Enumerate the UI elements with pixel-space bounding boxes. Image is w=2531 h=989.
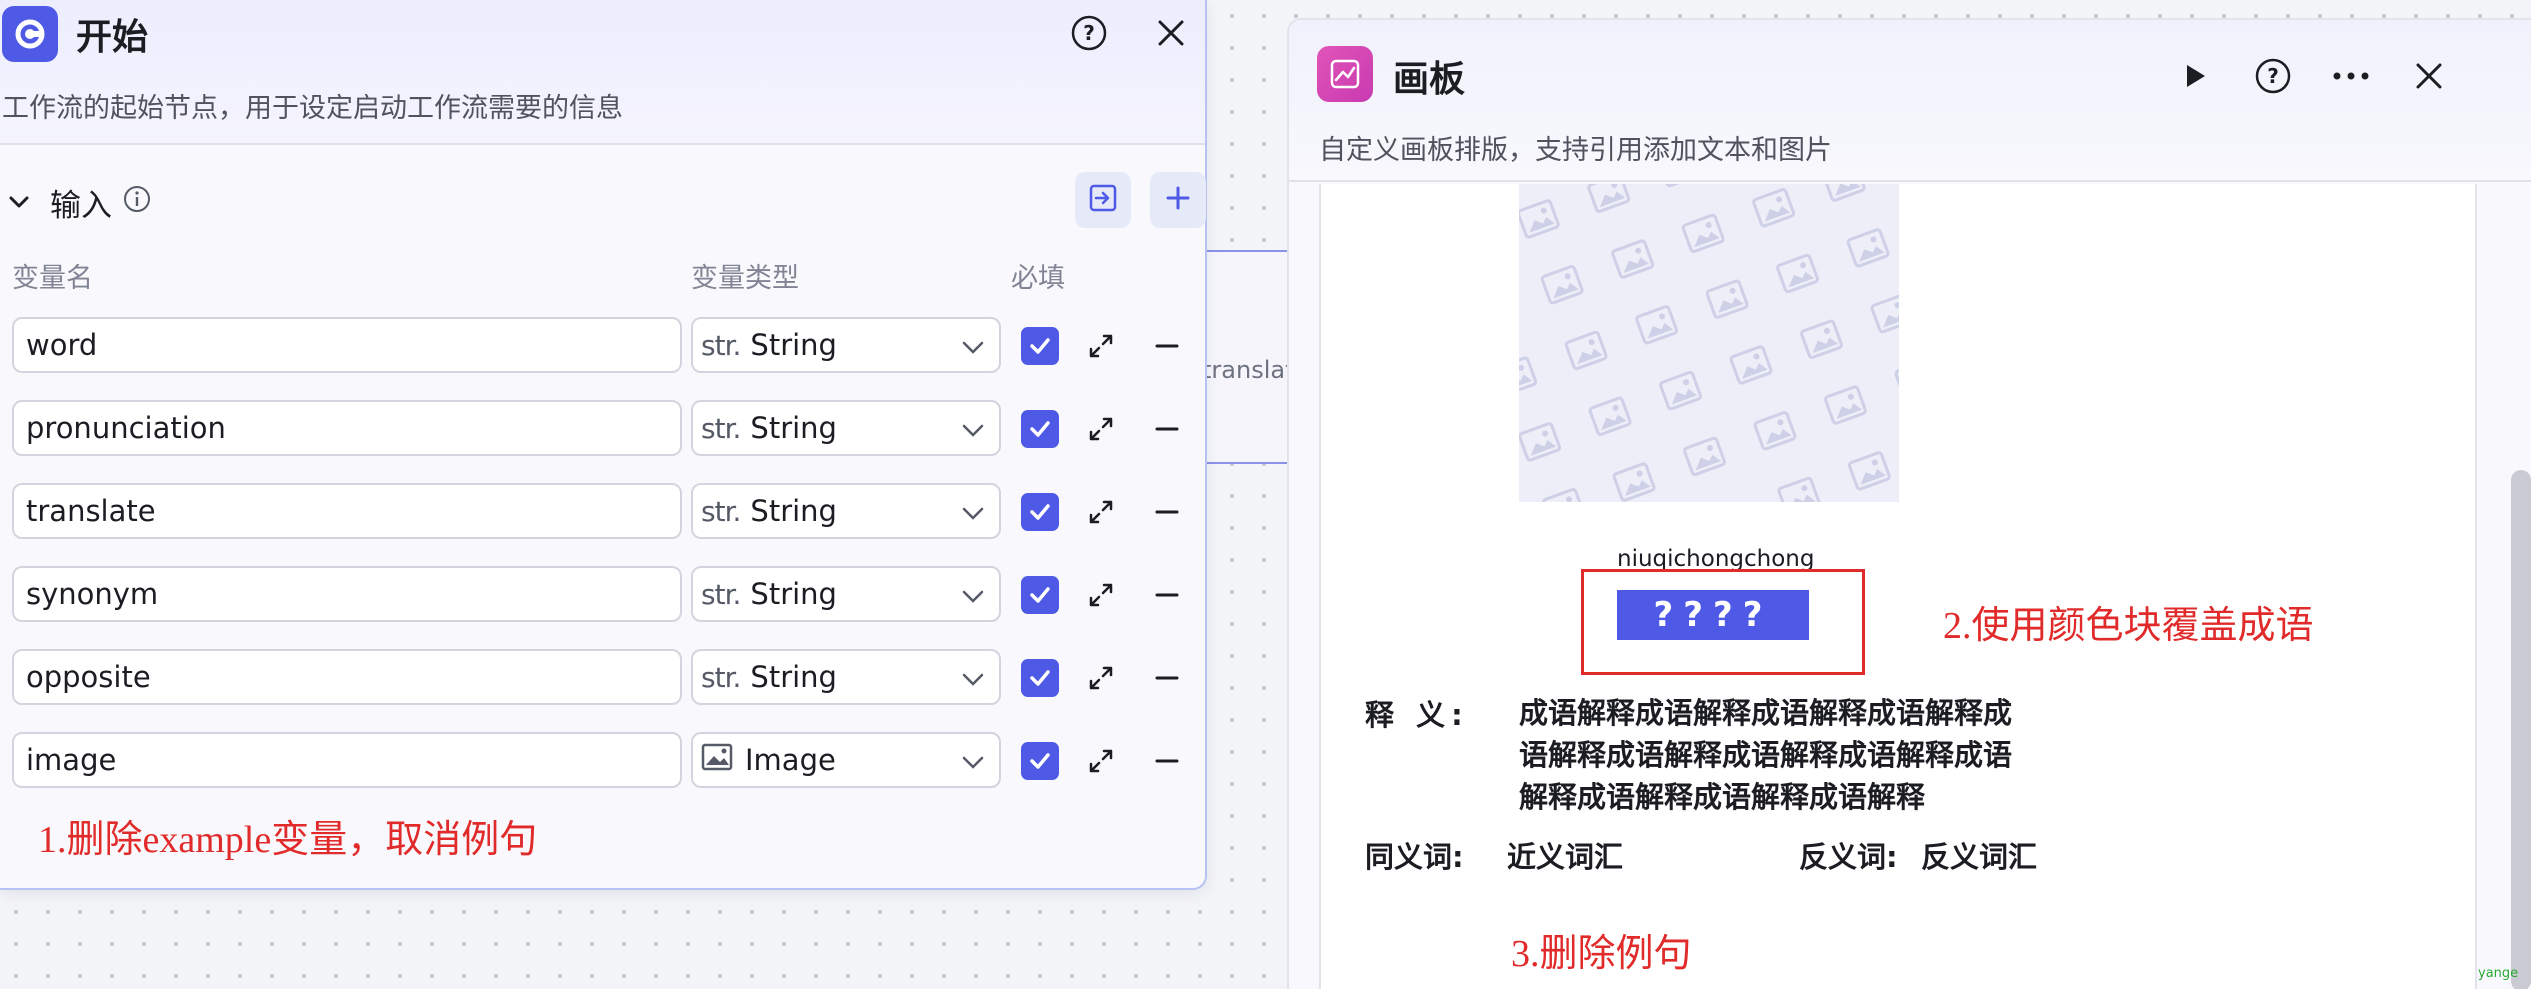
chevron-down-icon: [959, 665, 987, 700]
string-type-icon: str.: [701, 660, 741, 694]
chevron-down-icon: [959, 333, 987, 368]
remove-variable-icon[interactable]: [1150, 412, 1184, 446]
synonym-label[interactable]: 同义词:: [1365, 834, 1464, 876]
close-icon[interactable]: [2407, 54, 2451, 98]
variable-type-select[interactable]: str. String: [691, 649, 1001, 705]
variable-type-label: String: [750, 411, 837, 445]
help-icon[interactable]: ?: [2251, 54, 2295, 98]
variable-row: synonym str. String: [0, 566, 1207, 624]
expand-icon[interactable]: [1084, 578, 1118, 612]
expand-icon[interactable]: [1084, 495, 1118, 529]
variable-row: translate str. String: [0, 483, 1207, 541]
string-type-icon: str.: [701, 328, 741, 362]
remove-variable-icon[interactable]: [1150, 495, 1184, 529]
start-panel-header: 开始 ? 工作流的起始节点，用于设定启动工作流需要的信息: [0, 0, 1205, 145]
variable-type-select[interactable]: str. String: [691, 483, 1001, 539]
variable-name-input[interactable]: opposite: [12, 649, 682, 705]
variable-name-input[interactable]: synonym: [12, 566, 682, 622]
required-checkbox[interactable]: [1021, 576, 1059, 614]
definition-label[interactable]: 释 义:: [1365, 692, 1469, 734]
info-icon[interactable]: [122, 184, 152, 222]
variable-type-select[interactable]: Image: [691, 732, 1001, 788]
scrollbar[interactable]: [2511, 470, 2531, 989]
help-icon[interactable]: ?: [1068, 12, 1110, 54]
column-header-type: 变量类型: [691, 263, 799, 294]
expand-icon[interactable]: [1084, 412, 1118, 446]
variable-row: pronunciation str. String: [0, 400, 1207, 458]
column-header-name: 变量名: [12, 263, 93, 294]
chevron-down-icon: [959, 748, 987, 783]
variable-type-select[interactable]: str. String: [691, 566, 1001, 622]
add-variable-button[interactable]: [1150, 172, 1206, 228]
annotation-highlight-box: [1581, 569, 1865, 675]
board-node-icon: [1317, 46, 1373, 102]
remove-variable-icon[interactable]: [1150, 744, 1184, 778]
annotation-note-2: 2.使用颜色块覆盖成语: [1943, 605, 2314, 647]
variable-type-label: String: [750, 494, 837, 528]
definition-text[interactable]: 成语解释成语解释成语解释成语解释成语解释成语解释成语解释成语解释成语解释成语解释…: [1519, 692, 2039, 818]
variable-type-select[interactable]: str. String: [691, 400, 1001, 456]
variable-type-label: Image: [745, 743, 836, 777]
play-icon[interactable]: [2172, 54, 2216, 98]
required-checkbox[interactable]: [1021, 742, 1059, 780]
column-header-required: 必填: [1011, 263, 1065, 294]
svg-text:?: ?: [2267, 64, 2279, 88]
remove-variable-icon[interactable]: [1150, 661, 1184, 695]
remove-variable-icon[interactable]: [1150, 329, 1184, 363]
variable-name-input[interactable]: image: [12, 732, 682, 788]
required-checkbox[interactable]: [1021, 410, 1059, 448]
board-panel-header: 画板 ? 自定义画板排版，支持引用添加文本和图片: [1289, 20, 2531, 182]
close-icon[interactable]: [1150, 12, 1192, 54]
variable-name-input[interactable]: translate: [12, 483, 682, 539]
remove-variable-icon[interactable]: [1150, 578, 1184, 612]
variable-type-select[interactable]: str. String: [691, 317, 1001, 373]
string-type-icon: str.: [701, 494, 741, 528]
string-type-icon: str.: [701, 577, 741, 611]
expand-icon[interactable]: [1084, 744, 1118, 778]
start-panel-title: 开始: [76, 17, 149, 58]
more-icon[interactable]: [2329, 54, 2373, 98]
start-node-icon: [2, 6, 58, 62]
annotation-note-3: 3.删除例句: [1511, 933, 1692, 975]
antonym-value[interactable]: 反义词汇: [1921, 834, 2037, 876]
input-section-header[interactable]: 输入: [8, 180, 152, 225]
expand-icon[interactable]: [1084, 329, 1118, 363]
chevron-down-icon: [959, 416, 987, 451]
chevron-down-icon[interactable]: [8, 185, 30, 221]
image-type-icon: [701, 743, 733, 778]
expand-icon[interactable]: [1084, 661, 1118, 695]
board-node-panel: 画板 ? 自定义画板排版，支持引用添加文本和图片 niuqichongchong…: [1287, 18, 2531, 989]
board-panel-title: 画板: [1393, 59, 1466, 100]
chevron-down-icon: [959, 582, 987, 617]
background-node-label: translat: [1202, 356, 1295, 384]
variable-row: image Image: [0, 732, 1207, 790]
start-panel-description: 工作流的起始节点，用于设定启动工作流需要的信息: [2, 93, 623, 124]
start-node-panel: 开始 ? 工作流的起始节点，用于设定启动工作流需要的信息 输入 变量名 变量类型…: [0, 0, 1207, 890]
variable-name-input[interactable]: pronunciation: [12, 400, 682, 456]
chevron-down-icon: [959, 499, 987, 534]
variable-row: word str. String: [0, 317, 1207, 375]
import-icon: [1087, 182, 1119, 218]
board-canvas[interactable]: niuqichongchong ???? 2.使用颜色块覆盖成语 释 义: 成语…: [1319, 184, 2477, 989]
annotation-note-1: 1.删除example变量，取消例句: [38, 819, 538, 861]
input-section-title: 输入: [50, 188, 112, 224]
required-checkbox[interactable]: [1021, 659, 1059, 697]
variable-type-label: String: [750, 328, 837, 362]
import-variables-button[interactable]: [1075, 172, 1131, 228]
svg-text:?: ?: [1083, 21, 1095, 45]
variable-type-label: String: [750, 577, 837, 611]
antonym-label[interactable]: 反义词:: [1799, 834, 1898, 876]
watermark: yange: [2478, 966, 2519, 981]
variable-type-label: String: [750, 660, 837, 694]
synonym-value[interactable]: 近义词汇: [1507, 834, 1623, 876]
variable-row: opposite str. String: [0, 649, 1207, 707]
image-placeholder[interactable]: [1519, 184, 1899, 502]
plus-icon: [1163, 183, 1193, 217]
required-checkbox[interactable]: [1021, 327, 1059, 365]
string-type-icon: str.: [701, 411, 741, 445]
board-panel-description: 自定义画板排版，支持引用添加文本和图片: [1319, 135, 1832, 166]
variable-name-input[interactable]: word: [12, 317, 682, 373]
required-checkbox[interactable]: [1021, 493, 1059, 531]
